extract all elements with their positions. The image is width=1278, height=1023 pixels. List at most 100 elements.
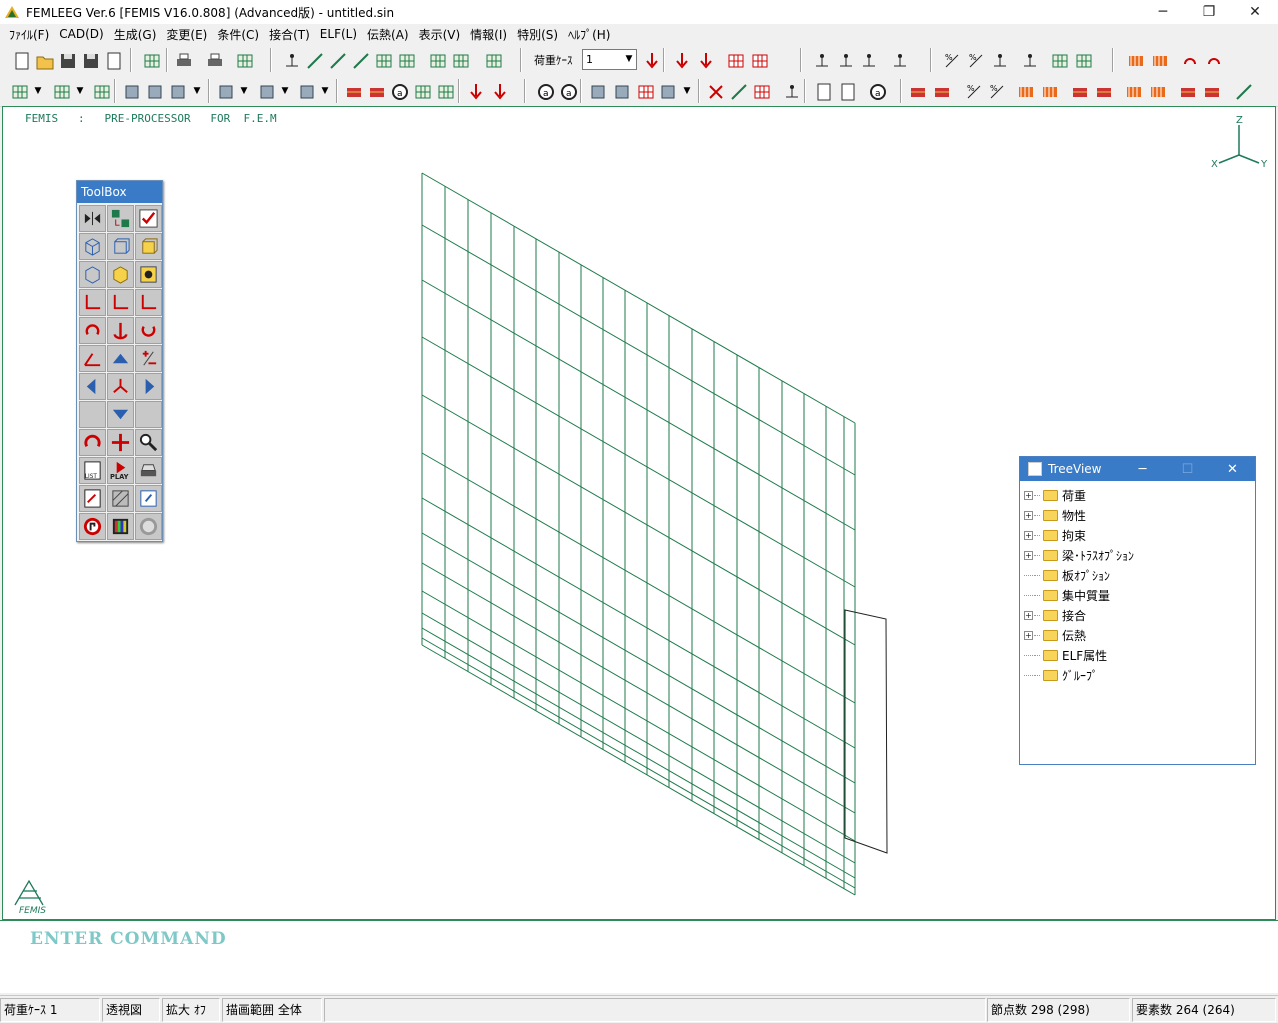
expand-icon[interactable]: + [1024, 630, 1033, 640]
group-icon[interactable] [656, 80, 678, 102]
copy-icon[interactable] [365, 80, 387, 102]
play-icon[interactable]: PLAY [107, 457, 134, 484]
fit-icon[interactable] [411, 80, 433, 102]
temp2-icon[interactable] [1146, 80, 1168, 102]
zoom-icon[interactable]: a [388, 80, 410, 102]
joint2-icon[interactable] [1072, 49, 1094, 71]
tree-item[interactable]: 集中質量 [1020, 585, 1255, 605]
print-icon[interactable] [172, 49, 194, 71]
section-icon[interactable] [906, 80, 928, 102]
open-file-icon[interactable] [33, 49, 55, 71]
cad-icon[interactable] [140, 49, 162, 71]
heat-icon[interactable] [1124, 49, 1146, 71]
pin-icon[interactable] [834, 49, 856, 71]
pan-icon[interactable] [434, 80, 456, 102]
element-h-icon[interactable] [449, 49, 471, 71]
hatch-icon[interactable] [107, 485, 134, 512]
layer-icon[interactable] [8, 80, 30, 102]
colorbar-icon[interactable] [107, 513, 134, 540]
renumber-icon[interactable] [780, 80, 802, 102]
split-icon[interactable] [988, 49, 1010, 71]
load-grid-icon[interactable] [724, 49, 746, 71]
list-icon[interactable]: LIST [79, 457, 106, 484]
heat2-icon[interactable] [1148, 49, 1170, 71]
edit-icon[interactable] [135, 485, 162, 512]
menu-generate[interactable]: 生成(G) [109, 26, 162, 43]
printer-icon[interactable] [135, 457, 162, 484]
info2-icon[interactable]: a [557, 80, 579, 102]
color-icon[interactable]: a [866, 80, 888, 102]
swap-icon[interactable] [107, 205, 134, 232]
fixed-support-icon[interactable] [888, 49, 910, 71]
close-button[interactable]: ✕ [1232, 0, 1278, 24]
stress2-icon[interactable] [1038, 80, 1060, 102]
mesh-edit-icon[interactable] [395, 49, 417, 71]
select-icon[interactable] [120, 80, 142, 102]
zoom-icon[interactable] [135, 429, 162, 456]
cube-side-icon[interactable] [135, 233, 162, 260]
delete-icon[interactable] [704, 80, 726, 102]
select3-icon[interactable] [166, 80, 188, 102]
mesh-generate-icon[interactable] [372, 49, 394, 71]
delete-element-icon[interactable] [750, 80, 772, 102]
temp-icon[interactable] [1122, 80, 1144, 102]
toolbox-title[interactable]: ToolBox [77, 181, 162, 203]
joint-icon[interactable] [1048, 49, 1070, 71]
rotate-x-icon[interactable] [79, 317, 106, 344]
dropdown-arrow-icon[interactable]: ▼ [280, 81, 290, 101]
expand-icon[interactable]: + [1024, 550, 1033, 560]
ratio2-icon[interactable]: % [985, 80, 1007, 102]
load-moment-icon[interactable] [694, 49, 716, 71]
axis-xyz-icon[interactable] [107, 373, 134, 400]
list-icon[interactable] [812, 80, 834, 102]
lock-icon[interactable] [586, 80, 608, 102]
graph-icon[interactable] [1232, 80, 1254, 102]
arrow-left-icon[interactable] [79, 373, 106, 400]
expand-icon[interactable]: + [1024, 610, 1033, 620]
layer3-icon[interactable] [90, 80, 112, 102]
divide-icon[interactable] [1018, 49, 1040, 71]
support-icon[interactable] [810, 49, 832, 71]
expand-icon[interactable]: + [1024, 490, 1033, 500]
info-icon[interactable]: a [534, 80, 556, 102]
arc-generate-icon[interactable] [326, 49, 348, 71]
tree-item[interactable]: + 荷重 [1020, 485, 1255, 505]
tree-item[interactable]: + 梁･ﾄﾗｽｵﾌﾟｼｮﾝ [1020, 545, 1255, 565]
sort-down-icon[interactable] [464, 80, 486, 102]
mirror-icon[interactable] [79, 205, 106, 232]
command-area[interactable]: ENTER COMMAND [0, 920, 1278, 993]
dropdown-arrow-icon[interactable]: ▼ [75, 81, 85, 101]
menu-special[interactable]: 特別(S) [512, 26, 563, 43]
section2-icon[interactable] [930, 80, 952, 102]
save-icon[interactable] [56, 49, 78, 71]
axis-zx-icon[interactable] [107, 289, 134, 316]
load-down-icon[interactable] [670, 49, 692, 71]
tree-item[interactable]: + 伝熱 [1020, 625, 1255, 645]
menu-heat[interactable]: 伝熱(A) [362, 26, 414, 43]
load-sort-icon[interactable] [640, 49, 662, 71]
offset-icon[interactable]: % [940, 49, 962, 71]
stress-icon[interactable] [1014, 80, 1036, 102]
rotate-3d-icon[interactable] [79, 429, 106, 456]
axis-zy-icon[interactable] [135, 289, 162, 316]
menu-modify[interactable]: 変更(E) [161, 26, 212, 43]
dropdown-arrow-icon[interactable]: ▼ [682, 81, 692, 101]
surface-generate-icon[interactable] [349, 49, 371, 71]
layer2-icon[interactable] [50, 80, 72, 102]
menu-joint[interactable]: 接合(T) [264, 26, 315, 43]
filter2-icon[interactable] [255, 80, 277, 102]
menu-file[interactable]: ﾌｧｲﾙ(F) [4, 26, 54, 43]
new-file-icon[interactable] [10, 49, 32, 71]
redo-icon[interactable] [135, 513, 162, 540]
spring-icon[interactable] [857, 49, 879, 71]
menu-elf[interactable]: ELF(L) [315, 27, 362, 41]
menu-info[interactable]: 情報(I) [465, 26, 512, 43]
check-icon[interactable] [135, 205, 162, 232]
contour-icon[interactable] [1068, 80, 1090, 102]
line-generate-icon[interactable] [303, 49, 325, 71]
cube-hand-icon[interactable] [107, 261, 134, 288]
filter-icon[interactable] [214, 80, 236, 102]
menu-view[interactable]: 表示(V) [414, 26, 466, 43]
lock2-icon[interactable] [610, 80, 632, 102]
tree-item[interactable]: ELF属性 [1020, 645, 1255, 665]
